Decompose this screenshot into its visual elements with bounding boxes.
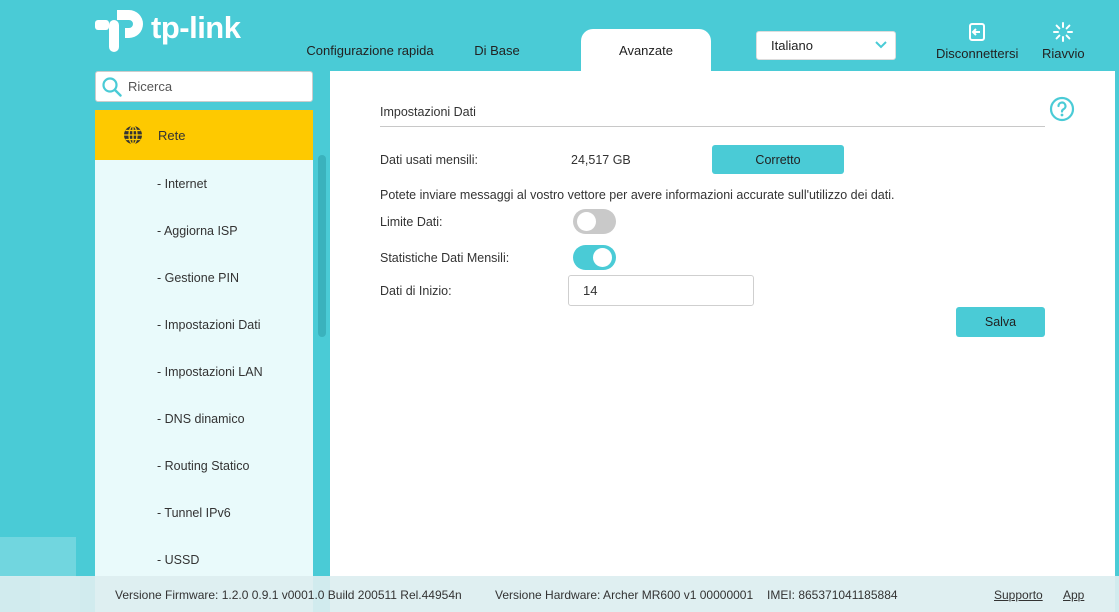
sidebar-item-internet[interactable]: - Internet bbox=[95, 160, 313, 207]
monthly-usage-label: Dati usati mensili: bbox=[380, 153, 478, 167]
imei: IMEI: 865371041185884 bbox=[767, 588, 898, 602]
language-select[interactable]: Italiano bbox=[756, 31, 896, 60]
reboot-button[interactable]: Riavvio bbox=[1042, 22, 1085, 61]
sidebar-section-network[interactable]: Rete bbox=[95, 110, 313, 160]
tab-quick-setup[interactable]: Configurazione rapida bbox=[305, 29, 435, 71]
sidebar-item-pin-management[interactable]: - Gestione PIN bbox=[95, 254, 313, 301]
language-selected: Italiano bbox=[771, 38, 813, 53]
support-link[interactable]: Supporto bbox=[994, 588, 1043, 602]
sidebar-scrollbar[interactable] bbox=[318, 155, 326, 337]
sidebar-item-lan-settings[interactable]: - Impostazioni LAN bbox=[95, 348, 313, 395]
reboot-label: Riavvio bbox=[1042, 46, 1085, 61]
app-link[interactable]: App bbox=[1063, 588, 1084, 602]
info-text: Potete inviare messaggi al vostro vettor… bbox=[380, 188, 895, 202]
toggle-knob bbox=[593, 248, 612, 267]
data-limit-toggle[interactable] bbox=[573, 209, 616, 234]
sidebar-item-ipv6-tunnel[interactable]: - Tunnel IPv6 bbox=[95, 489, 313, 536]
brand-name: tp-link bbox=[151, 10, 241, 45]
background-decoration bbox=[0, 537, 76, 577]
sidebar-item-dynamic-dns[interactable]: - DNS dinamico bbox=[95, 395, 313, 442]
hardware-version: Versione Hardware: Archer MR600 v1 00000… bbox=[495, 588, 754, 602]
start-date-input[interactable] bbox=[568, 275, 754, 306]
sidebar-item-update-isp[interactable]: - Aggiorna ISP bbox=[95, 207, 313, 254]
save-button[interactable]: Salva bbox=[956, 307, 1045, 337]
search-icon bbox=[102, 76, 122, 97]
sidebar-item-data-settings[interactable]: - Impostazioni Dati bbox=[95, 301, 313, 348]
start-date-label: Dati di Inizio: bbox=[380, 284, 452, 298]
tab-advanced[interactable]: Avanzate bbox=[581, 29, 711, 71]
sidebar-section-label: Rete bbox=[158, 127, 186, 143]
monthly-stats-toggle[interactable] bbox=[573, 245, 616, 270]
help-icon[interactable] bbox=[1049, 96, 1075, 122]
search-box bbox=[95, 71, 313, 102]
correct-button[interactable]: Corretto bbox=[712, 145, 844, 174]
sidebar-item-static-routing[interactable]: - Routing Statico bbox=[95, 442, 313, 489]
reboot-icon bbox=[1053, 22, 1074, 42]
monthly-usage-value: 24,517 GB bbox=[571, 153, 631, 167]
toggle-knob bbox=[577, 212, 596, 231]
globe-icon bbox=[124, 125, 142, 145]
logout-label: Disconnettersi bbox=[936, 46, 1019, 61]
monthly-stats-label: Statistiche Dati Mensili: bbox=[380, 251, 510, 265]
firmware-version: Versione Firmware: 1.2.0 0.9.1 v0001.0 B… bbox=[115, 588, 462, 602]
brand-logo: tp-link bbox=[95, 4, 241, 52]
tab-basic[interactable]: Di Base bbox=[441, 29, 553, 71]
data-limit-label: Limite Dati: bbox=[380, 215, 443, 229]
logout-icon bbox=[969, 23, 986, 41]
search-input[interactable] bbox=[128, 79, 298, 94]
logout-button[interactable]: Disconnettersi bbox=[936, 22, 1018, 61]
top-tabs: Configurazione rapida Di Base Avanzate bbox=[305, 29, 711, 71]
page-title: Impostazioni Dati bbox=[380, 105, 476, 119]
divider bbox=[380, 126, 1045, 127]
chevron-down-icon bbox=[875, 41, 887, 49]
main-panel: Impostazioni Dati Dati usati mensili: 24… bbox=[330, 71, 1115, 612]
footer: Versione Firmware: 1.2.0 0.9.1 v0001.0 B… bbox=[0, 576, 1119, 612]
tp-link-logo-icon bbox=[95, 10, 143, 52]
sidebar: Rete - Internet - Aggiorna ISP - Gestion… bbox=[95, 110, 313, 612]
